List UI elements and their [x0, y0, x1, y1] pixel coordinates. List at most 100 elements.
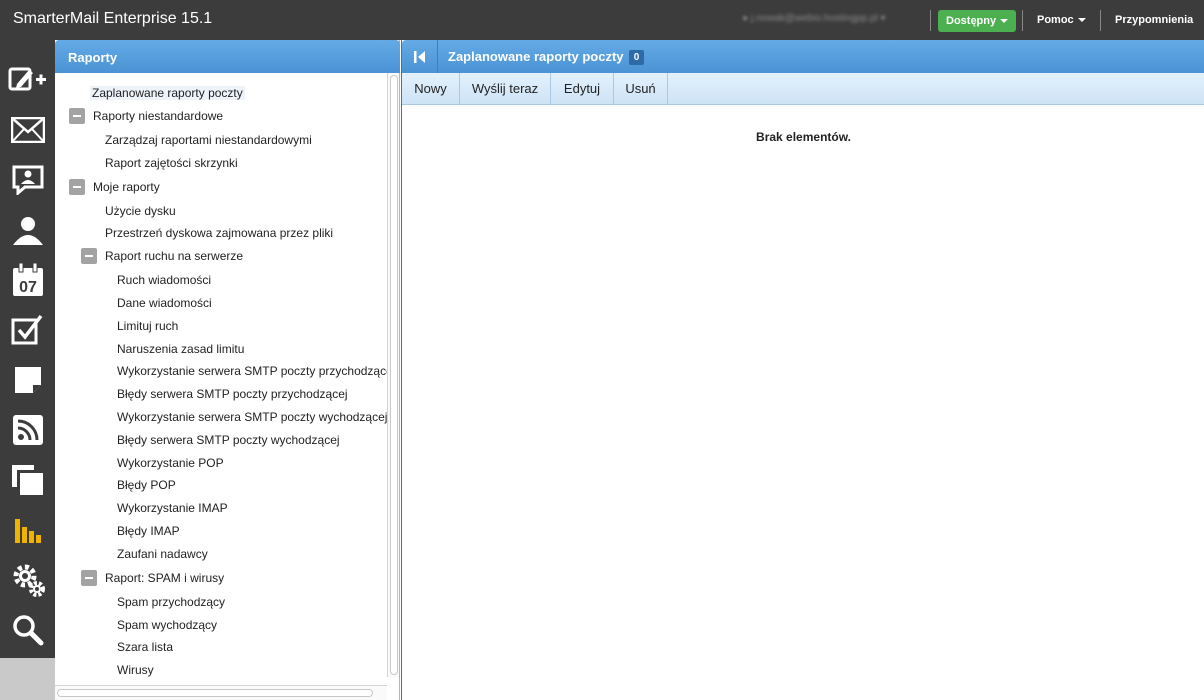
collapse-toggle-icon[interactable] [81, 570, 97, 586]
nav-chat[interactable] [8, 160, 48, 200]
delete-button[interactable]: Usuń [614, 73, 668, 104]
compose-icon [8, 67, 46, 91]
collapse-panel-button[interactable] [402, 40, 438, 73]
nav-reports[interactable] [8, 510, 48, 550]
app-title: SmarterMail Enterprise 15.1 [13, 10, 213, 27]
scrollbar-thumb[interactable] [390, 75, 398, 675]
page-title: Zaplanowane raporty poczty [448, 49, 624, 64]
scrollbar-thumb[interactable] [57, 689, 373, 697]
tree-group-spam-virus[interactable]: Raport: SPAM i wirusy [105, 568, 224, 588]
user-account-menu[interactable]: ● j.nowak@webio.hostingpp.pl ▾ [742, 13, 886, 24]
tree-item-label: Błędy POP [117, 478, 176, 492]
tree-item[interactable]: Szara lista [117, 637, 173, 657]
nav-compose[interactable] [8, 60, 48, 100]
tree-item[interactable]: Dane wiadomości [117, 293, 212, 313]
nav-tasks[interactable] [8, 310, 48, 350]
tree-item[interactable]: Wykorzystanie serwera SMTP poczty wychod… [117, 407, 387, 427]
tree-item-label: Wykorzystanie serwera SMTP poczty przych… [117, 364, 387, 378]
tree-group-server-traffic[interactable]: Raport ruchu na serwerze [105, 246, 243, 266]
toolbar: Nowy Wyślij teraz Edytuj Usuń [402, 73, 1204, 105]
nav-rss[interactable] [8, 410, 48, 450]
tree-item-label: Raporty niestandardowe [93, 109, 224, 123]
tree-item-scheduled-mail-reports[interactable]: Zaplanowane raporty poczty [90, 83, 245, 103]
tree-item[interactable]: Spam przychodzący [117, 592, 225, 612]
reminders-link[interactable]: Przypomnienia [1115, 14, 1193, 26]
chat-icon [12, 165, 44, 195]
nav-settings[interactable] [8, 560, 48, 600]
tree-horizontal-scrollbar[interactable] [55, 685, 387, 700]
tree-item-label: Błędy serwera SMTP poczty wychodzącej [117, 433, 340, 447]
tree-item[interactable]: Błędy POP [117, 475, 176, 495]
nav-calendar[interactable]: 07 [8, 260, 48, 300]
send-now-button[interactable]: Wyślij teraz [460, 73, 551, 104]
tree-item[interactable]: Błędy IMAP [117, 521, 180, 541]
divider [1022, 10, 1023, 31]
tree-item-label: Raport ruchu na serwerze [105, 249, 244, 263]
item-count-badge: 0 [629, 50, 644, 65]
tree-item-label: Zaufani nadawcy [117, 547, 208, 561]
notes-icon [15, 367, 41, 393]
tree-item[interactable]: Zarządzaj raportami niestandardowymi [105, 130, 312, 150]
tree-item-label: Naruszenia zasad limitu [117, 342, 245, 356]
reports-panel: Raporty Zaplanowane raporty poczty Rapor… [55, 40, 400, 700]
nav-files[interactable] [8, 460, 48, 500]
tree-item-label: Dane wiadomości [117, 296, 212, 310]
tree-item[interactable]: Ruch wiadomości [117, 270, 211, 290]
tree-item[interactable]: Wirusy [117, 660, 154, 680]
tree-item[interactable]: Spam wychodzący [117, 615, 217, 635]
tree-item[interactable]: Raport zajętości skrzynki [105, 153, 238, 173]
contacts-icon [13, 217, 43, 245]
tree-item[interactable]: Zaufani nadawcy [117, 544, 208, 564]
reports-icon [15, 519, 41, 543]
tree-item-label: Spam wychodzący [117, 618, 218, 632]
tasks-icon [11, 314, 43, 345]
nav-notes[interactable] [8, 360, 48, 400]
nav-search[interactable] [8, 610, 48, 650]
tree-item-label: Limituj ruch [117, 319, 179, 333]
user-icon: ● [742, 13, 749, 24]
tree-item[interactable]: Limituj ruch [117, 316, 178, 336]
tree-group-my-reports[interactable]: Moje raporty [93, 177, 160, 197]
new-button[interactable]: Nowy [402, 73, 460, 104]
help-label: Pomoc [1037, 14, 1074, 26]
calendar-day-text: 07 [19, 279, 37, 296]
rss-icon [13, 415, 43, 445]
tree-item-label: Użycie dysku [105, 204, 176, 218]
tree-item-label: Przestrzeń dyskowa zajmowana przez pliki [105, 226, 334, 240]
tree-item-label: Moje raporty [93, 180, 160, 194]
tree-group-custom-reports[interactable]: Raporty niestandardowe [93, 106, 223, 126]
tree-item-label: Szara lista [117, 640, 174, 654]
edit-button[interactable]: Edytuj [551, 73, 614, 104]
tree-item[interactable]: Przestrzeń dyskowa zajmowana przez pliki [105, 223, 333, 243]
tree-item-label: Zaplanowane raporty poczty [90, 86, 245, 100]
tree-item-label: Wykorzystanie IMAP [117, 501, 228, 515]
tree-item[interactable]: Wykorzystanie POP [117, 453, 224, 473]
tree-item[interactable]: Użycie dysku [105, 201, 176, 221]
user-email: j.nowak@webio.hostingpp.pl [750, 13, 878, 24]
chevron-down-icon [1077, 18, 1086, 23]
divider [930, 10, 931, 31]
help-menu[interactable]: Pomoc [1037, 14, 1086, 26]
nav-contacts[interactable] [8, 210, 48, 250]
search-icon [13, 615, 44, 646]
tree-item-label: Błędy serwera SMTP poczty przychodzącej [117, 387, 348, 401]
collapse-toggle-icon[interactable] [69, 179, 85, 195]
tree-item[interactable]: Wykorzystanie serwera SMTP poczty przych… [117, 361, 387, 381]
divider [1100, 10, 1101, 31]
tree-item[interactable]: Naruszenia zasad limitu [117, 339, 244, 359]
tree-item-label: Zarządzaj raportami niestandardowymi [105, 133, 312, 147]
tree-item[interactable]: Wykorzystanie IMAP [117, 498, 228, 518]
collapse-toggle-icon[interactable] [81, 248, 97, 264]
content-panel-header: Zaplanowane raporty poczty 0 [402, 40, 1204, 73]
collapse-toggle-icon[interactable] [69, 108, 85, 124]
status-label: Dostępny [946, 15, 997, 27]
tree-item[interactable]: Błędy serwera SMTP poczty przychodzącej [117, 384, 348, 404]
tree-item[interactable]: Błędy serwera SMTP poczty wychodzącej [117, 430, 340, 450]
tree-item-label: Błędy IMAP [117, 524, 180, 538]
availability-status-button[interactable]: Dostępny [938, 10, 1016, 32]
reports-panel-header: Raporty [55, 40, 400, 73]
nav-mail[interactable] [8, 110, 48, 150]
calendar-icon: 07 [13, 263, 43, 296]
tree-vertical-scrollbar[interactable] [387, 73, 399, 677]
tree-item-label: Wykorzystanie POP [117, 456, 224, 470]
